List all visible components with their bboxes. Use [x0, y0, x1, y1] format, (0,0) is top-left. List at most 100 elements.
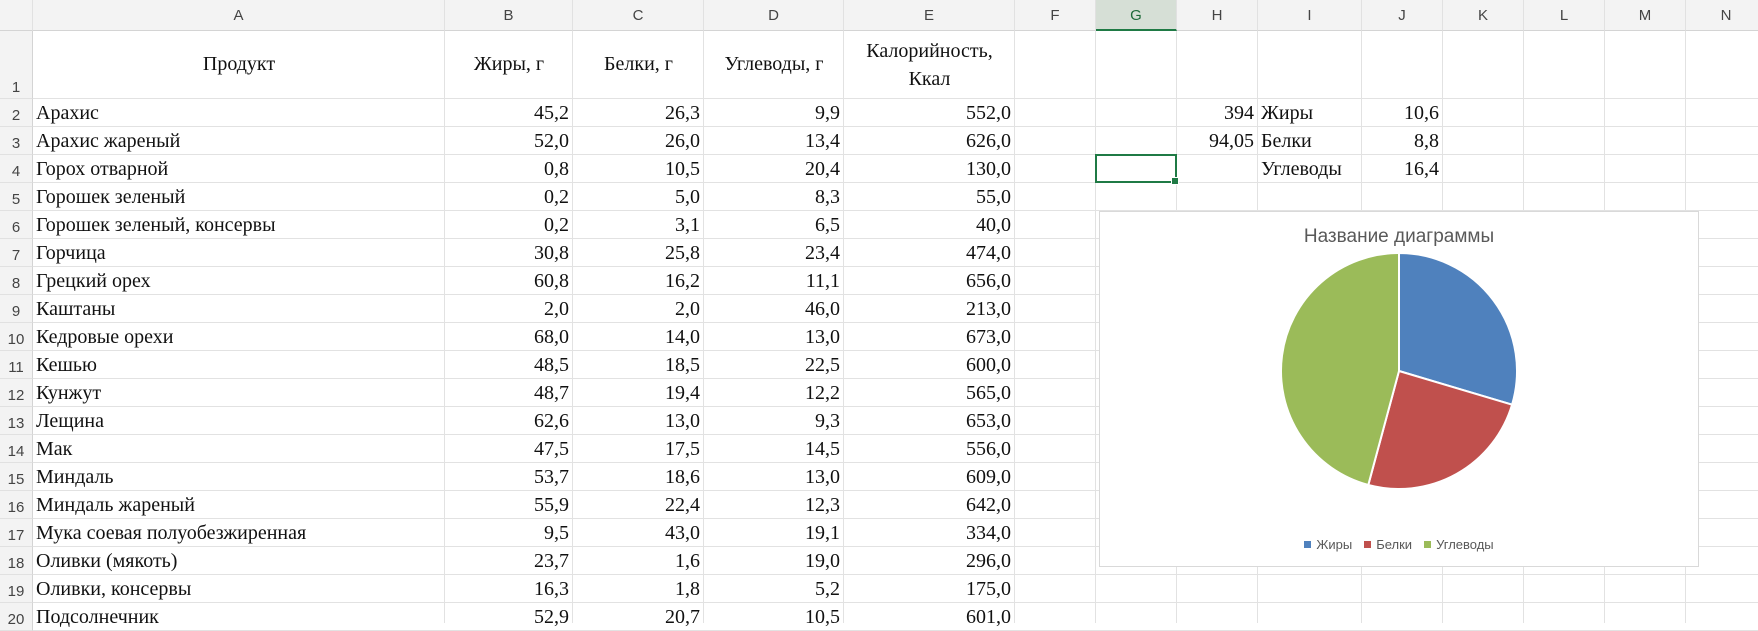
cell-protein[interactable]: 26,0	[573, 127, 704, 155]
cell-kcal[interactable]: 130,0	[844, 155, 1015, 183]
column-header-c[interactable]: C	[573, 0, 704, 31]
cell-j4[interactable]: 16,4	[1362, 155, 1443, 183]
legend-item-1[interactable]: Жиры	[1304, 537, 1352, 552]
cell-carbs[interactable]: 9,9	[704, 99, 844, 127]
legend-item-3[interactable]: Углеводы	[1424, 537, 1494, 552]
cell-protein[interactable]: 25,8	[573, 239, 704, 267]
cell-product[interactable]: Каштаны	[33, 295, 445, 323]
cell-kcal[interactable]: 626,0	[844, 127, 1015, 155]
row-header-15[interactable]: 15	[0, 463, 33, 491]
row-header-6[interactable]: 6	[0, 211, 33, 239]
header-product[interactable]: Продукт	[33, 50, 445, 78]
header-carbs[interactable]: Углеводы, г	[704, 50, 844, 78]
cell-protein[interactable]: 22,4	[573, 491, 704, 519]
cell-product[interactable]: Миндаль жареный	[33, 491, 445, 519]
cell-kcal[interactable]: 673,0	[844, 323, 1015, 351]
column-header-j[interactable]: J	[1362, 0, 1443, 31]
row-header-4[interactable]: 4	[0, 155, 33, 183]
cell-fat[interactable]: 2,0	[445, 295, 573, 323]
cell-h2[interactable]: 394	[1177, 99, 1258, 127]
cell-kcal[interactable]: 656,0	[844, 267, 1015, 295]
cell-fat[interactable]: 23,7	[445, 547, 573, 575]
cell-protein[interactable]: 3,1	[573, 211, 704, 239]
cell-carbs[interactable]: 13,0	[704, 463, 844, 491]
cell-fat[interactable]: 68,0	[445, 323, 573, 351]
cell-protein[interactable]: 10,5	[573, 155, 704, 183]
cell-product[interactable]: Арахис жареный	[33, 127, 445, 155]
cell-carbs[interactable]: 5,2	[704, 575, 844, 603]
cell-kcal[interactable]: 556,0	[844, 435, 1015, 463]
cell-fat[interactable]: 48,7	[445, 379, 573, 407]
row-header-11[interactable]: 11	[0, 351, 33, 379]
column-header-g[interactable]: G	[1096, 0, 1177, 31]
cell-protein[interactable]: 17,5	[573, 435, 704, 463]
cell-carbs[interactable]: 19,1	[704, 519, 844, 547]
cell-fat[interactable]: 52,0	[445, 127, 573, 155]
cell-product[interactable]: Оливки, консервы	[33, 575, 445, 603]
cell-product[interactable]: Арахис	[33, 99, 445, 127]
cell-product[interactable]: Горошек зеленый, консервы	[33, 211, 445, 239]
cell-protein[interactable]: 14,0	[573, 323, 704, 351]
row-header-1[interactable]: 1	[0, 31, 33, 99]
cell-carbs[interactable]: 13,4	[704, 127, 844, 155]
cell-carbs[interactable]: 20,4	[704, 155, 844, 183]
cell-fat[interactable]: 0,2	[445, 183, 573, 211]
cell-carbs[interactable]: 10,5	[704, 603, 844, 631]
cell-product[interactable]: Грецкий орех	[33, 267, 445, 295]
cell-carbs[interactable]: 13,0	[704, 323, 844, 351]
row-header-19[interactable]: 19	[0, 575, 33, 603]
cell-carbs[interactable]: 14,5	[704, 435, 844, 463]
cell-kcal[interactable]: 600,0	[844, 351, 1015, 379]
row-header-9[interactable]: 9	[0, 295, 33, 323]
cell-product[interactable]: Миндаль	[33, 463, 445, 491]
cell-kcal[interactable]: 40,0	[844, 211, 1015, 239]
cell-kcal[interactable]: 565,0	[844, 379, 1015, 407]
cell-protein[interactable]: 13,0	[573, 407, 704, 435]
column-header-e[interactable]: E	[844, 0, 1015, 31]
cell-h3[interactable]: 94,05	[1177, 127, 1258, 155]
legend-item-2[interactable]: Белки	[1364, 537, 1412, 552]
cell-kcal[interactable]: 55,0	[844, 183, 1015, 211]
row-header-14[interactable]: 14	[0, 435, 33, 463]
cell-fat[interactable]: 60,8	[445, 267, 573, 295]
column-header-b[interactable]: B	[445, 0, 573, 31]
row-header-3[interactable]: 3	[0, 127, 33, 155]
row-header-18[interactable]: 18	[0, 547, 33, 575]
cell-carbs[interactable]: 46,0	[704, 295, 844, 323]
cell-product[interactable]: Мак	[33, 435, 445, 463]
cell-protein[interactable]: 5,0	[573, 183, 704, 211]
column-header-m[interactable]: M	[1605, 0, 1686, 31]
cell-protein[interactable]: 16,2	[573, 267, 704, 295]
cell-fat[interactable]: 47,5	[445, 435, 573, 463]
cell-protein[interactable]: 2,0	[573, 295, 704, 323]
cell-protein[interactable]: 20,7	[573, 603, 704, 631]
cell-fat[interactable]: 30,8	[445, 239, 573, 267]
cell-fat[interactable]: 0,2	[445, 211, 573, 239]
cell-i3[interactable]: Белки	[1258, 127, 1362, 155]
column-header-d[interactable]: D	[704, 0, 844, 31]
cell-protein[interactable]: 18,6	[573, 463, 704, 491]
cell-product[interactable]: Кунжут	[33, 379, 445, 407]
cell-fat[interactable]: 62,6	[445, 407, 573, 435]
cell-product[interactable]: Горошек зеленый	[33, 183, 445, 211]
header-fat[interactable]: Жиры, г	[445, 50, 573, 78]
row-header-10[interactable]: 10	[0, 323, 33, 351]
cell-fat[interactable]: 0,8	[445, 155, 573, 183]
cell-kcal[interactable]: 552,0	[844, 99, 1015, 127]
select-all-corner[interactable]	[0, 0, 33, 31]
cell-product[interactable]: Лещина	[33, 407, 445, 435]
cell-carbs[interactable]: 12,3	[704, 491, 844, 519]
row-header-16[interactable]: 16	[0, 491, 33, 519]
row-header-20[interactable]: 20	[0, 603, 33, 631]
row-header-7[interactable]: 7	[0, 239, 33, 267]
cell-carbs[interactable]: 22,5	[704, 351, 844, 379]
cell-kcal[interactable]: 653,0	[844, 407, 1015, 435]
cell-fat[interactable]: 53,7	[445, 463, 573, 491]
cell-protein[interactable]: 1,6	[573, 547, 704, 575]
cell-kcal[interactable]: 474,0	[844, 239, 1015, 267]
cell-fat[interactable]: 52,9	[445, 603, 573, 631]
cell-j2[interactable]: 10,6	[1362, 99, 1443, 127]
cell-fat[interactable]: 55,9	[445, 491, 573, 519]
cell-fat[interactable]: 45,2	[445, 99, 573, 127]
cell-kcal[interactable]: 642,0	[844, 491, 1015, 519]
